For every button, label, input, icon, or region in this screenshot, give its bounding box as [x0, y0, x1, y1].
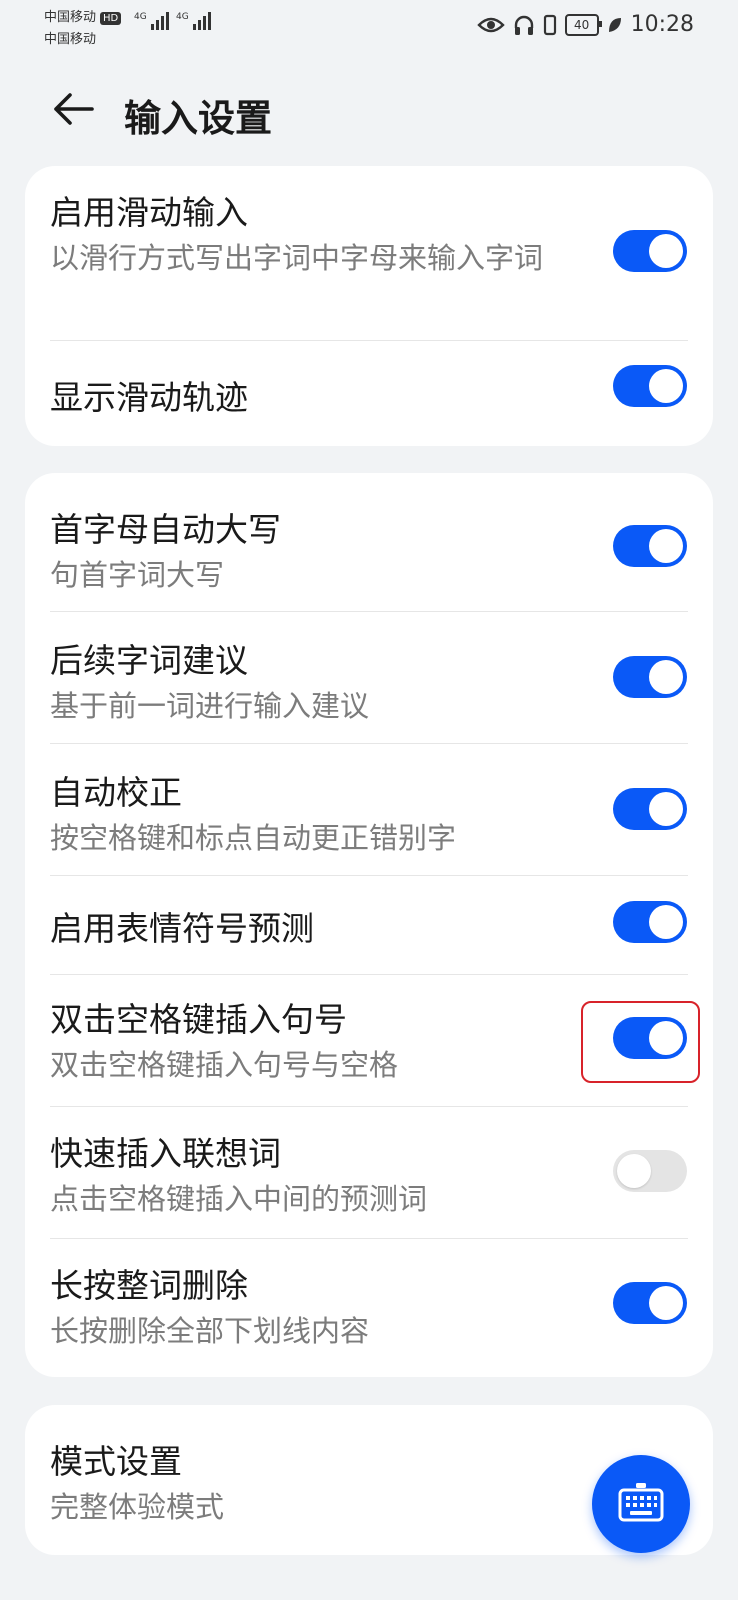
toggle-switch[interactable]	[613, 365, 687, 407]
setting-title: 双击空格键插入句号	[50, 1000, 347, 1039]
setting-row-auto-capitalize[interactable]: 首字母自动大写 句首字词大写	[25, 473, 713, 611]
keyboard-icon	[618, 1483, 664, 1522]
toggle-switch[interactable]	[613, 788, 687, 830]
highlight-box	[581, 1001, 700, 1083]
setting-row-swipe-input[interactable]: 启用滑动输入 以滑行方式写出字词中字母来输入字词	[25, 166, 713, 340]
setting-title: 后续字词建议	[50, 641, 248, 680]
setting-row-auto-correct[interactable]: 自动校正 按空格键和标点自动更正错别字	[25, 744, 713, 875]
setting-row-next-word[interactable]: 后续字词建议 基于前一词进行输入建议	[25, 612, 713, 743]
setting-row-quick-insert[interactable]: 快速插入联想词 点击空格键插入中间的预测词	[25, 1107, 713, 1238]
back-arrow-icon[interactable]	[50, 86, 96, 132]
leaf-icon	[608, 17, 621, 32]
setting-subtitle: 点击空格键插入中间的预测词	[50, 1182, 428, 1216]
carrier-2: 中国移动	[44, 32, 97, 47]
signal-icon-2: 4G	[176, 12, 211, 30]
toggle-switch[interactable]	[613, 525, 687, 567]
headphones-icon	[514, 15, 533, 35]
toggle-switch[interactable]	[613, 1282, 687, 1324]
setting-row-long-press-delete[interactable]: 长按整词删除 长按删除全部下划线内容	[25, 1239, 713, 1377]
keyboard-fab-button[interactable]	[592, 1455, 690, 1553]
battery-icon: 40	[564, 13, 602, 36]
setting-subtitle: 句首字词大写	[50, 558, 225, 592]
clock: 10:28	[630, 12, 694, 37]
setting-title: 启用表情符号预测	[50, 909, 314, 948]
setting-title: 模式设置	[50, 1442, 182, 1481]
setting-row-show-trail[interactable]: 显示滑动轨迹	[25, 341, 713, 446]
page-title: 输入设置	[124, 97, 272, 140]
setting-subtitle: 以滑行方式写出字词中字母来输入字词	[50, 241, 544, 275]
toggle-switch[interactable]	[613, 901, 687, 943]
vibrate-icon	[543, 14, 556, 35]
setting-title: 长按整词删除	[50, 1266, 248, 1305]
toggle-switch[interactable]	[613, 230, 687, 272]
signal-icon: 4G	[134, 12, 169, 30]
page-header: 输入设置	[0, 70, 738, 150]
status-bar: 中国移动 HD 中国移动 4G 4G 40 10:28	[0, 0, 738, 60]
setting-subtitle: 长按删除全部下划线内容	[50, 1314, 370, 1348]
setting-subtitle: 完整体验模式	[50, 1490, 225, 1524]
setting-title: 启用滑动输入	[50, 193, 248, 232]
settings-card-suggestions: 首字母自动大写 句首字词大写 后续字词建议 基于前一词进行输入建议 自动校正 按…	[25, 473, 713, 1377]
status-right: 40 10:28	[476, 12, 694, 37]
toggle-switch[interactable]	[613, 656, 687, 698]
setting-subtitle: 双击空格键插入句号与空格	[50, 1048, 399, 1082]
setting-subtitle: 基于前一词进行输入建议	[50, 689, 370, 723]
setting-title: 首字母自动大写	[50, 510, 281, 549]
toggle-switch[interactable]	[613, 1150, 687, 1192]
setting-title: 显示滑动轨迹	[50, 378, 248, 417]
setting-subtitle: 按空格键和标点自动更正错别字	[50, 821, 457, 855]
settings-card-swipe: 启用滑动输入 以滑行方式写出字词中字母来输入字词 显示滑动轨迹	[25, 166, 713, 446]
setting-row-emoji-prediction[interactable]: 启用表情符号预测	[25, 876, 713, 974]
setting-title: 自动校正	[50, 773, 182, 812]
eye-icon	[476, 17, 505, 32]
carrier-1: 中国移动 HD	[44, 6, 122, 25]
setting-title: 快速插入联想词	[50, 1134, 281, 1173]
hd-badge: HD	[100, 12, 122, 25]
